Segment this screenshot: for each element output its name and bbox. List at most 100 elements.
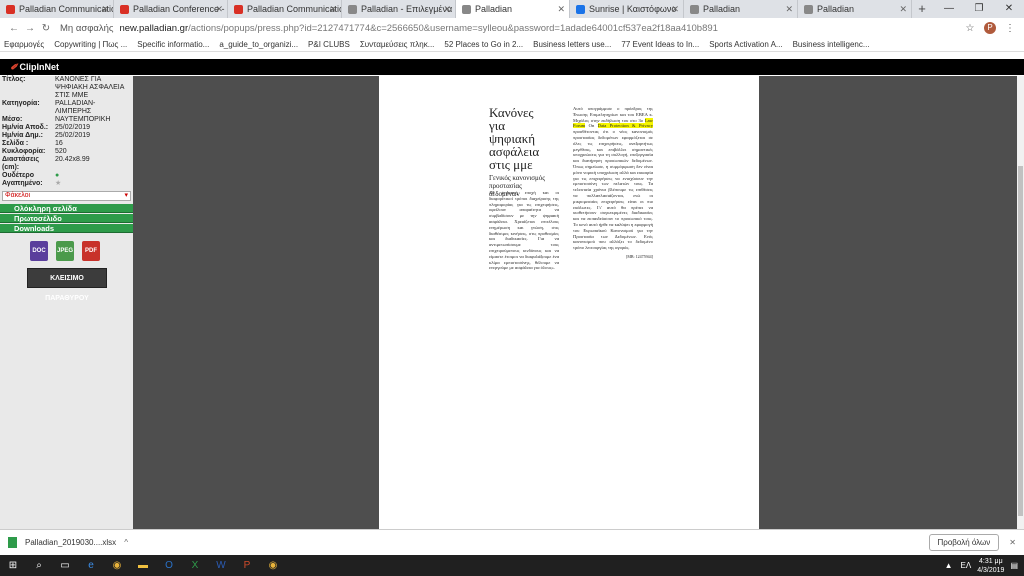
chrome-icon[interactable]: ◉ xyxy=(260,555,286,576)
scrollbar-thumb[interactable] xyxy=(1018,166,1023,516)
tab-title: Palladian - Επιλεγμένα xyxy=(361,4,453,14)
full-page-button[interactable]: Ολόκληρη σελίδα xyxy=(0,204,133,213)
meta-value: 25/02/2019 xyxy=(55,124,91,131)
meta-row: Ημ/νία Αποδ.: 25/02/2019 xyxy=(0,124,133,132)
neutral-dot-icon[interactable]: ● xyxy=(55,172,59,179)
bookmark-item[interactable]: Specific informatio... xyxy=(137,40,209,49)
close-icon[interactable]: ✕ xyxy=(101,4,109,15)
word-icon[interactable]: W xyxy=(208,555,234,576)
close-icon[interactable]: ✕ xyxy=(994,0,1024,18)
clock[interactable]: 4:31 μμ 4/3/2019 xyxy=(977,557,1004,575)
meta-row: Σελίδα : 16 xyxy=(0,140,133,148)
meta-value: ΚΑΝΟΝΕΣ ΓΙΑ ΨΗΦΙΑΚΗ ΑΣΦΑΛΕΙΑ ΣΤΙΣ ΜΜΕ xyxy=(55,76,125,99)
browser-tab[interactable]: Palladian Communications✕ xyxy=(228,0,342,18)
bookmarks-bar: Εφαρμογές Copywriting | Πως ... Specific i… xyxy=(0,38,1024,52)
close-icon[interactable]: ✕ xyxy=(443,4,451,15)
bookmark-star-icon[interactable]: ☆ xyxy=(962,23,978,34)
browser-tab[interactable]: Palladian Communications✕ xyxy=(0,0,114,18)
close-icon[interactable]: ✕ xyxy=(215,4,223,15)
close-icon[interactable]: ✕ xyxy=(785,4,793,15)
browser-tab[interactable]: Sunrise | Καιστόφωνο ✕ xyxy=(570,0,684,18)
window-controls: — ❐ ✕ xyxy=(934,0,1024,18)
browser-tab[interactable]: Palladian ✕ xyxy=(684,0,798,18)
download-jpeg-icon[interactable]: JPEG xyxy=(56,241,74,261)
highlight-data-protection: Data Protection & Privacy xyxy=(597,123,653,129)
new-tab-button[interactable]: + xyxy=(912,0,932,18)
url-domain: new.palladian.gr xyxy=(119,22,189,34)
close-icon[interactable]: ✕ xyxy=(557,4,565,15)
browser-tab[interactable]: Palladian ✕ xyxy=(456,0,570,18)
profile-avatar[interactable]: Ρ xyxy=(984,22,996,34)
download-pdf-icon[interactable]: PDF xyxy=(82,241,100,261)
task-view-icon[interactable]: ▭ xyxy=(52,555,78,576)
meta-row: Ουδέτερο ● xyxy=(0,172,133,180)
favorite-star-icon[interactable]: ★ xyxy=(55,180,61,187)
address-bar: ← → ↻ Μη ασφαλής new.palladian.gr /actio… xyxy=(0,18,1024,38)
article: Κανόνες για ψηφιακή ασφάλεια στις μμε Γε… xyxy=(489,106,654,486)
bookmark-item[interactable]: a_guide_to_organizi... xyxy=(219,40,298,49)
tab-favicon-icon xyxy=(348,4,357,14)
minimize-icon[interactable]: — xyxy=(934,0,964,18)
forward-icon[interactable]: → xyxy=(22,23,38,34)
security-indicator[interactable]: Μη ασφαλής xyxy=(60,23,113,34)
search-icon[interactable]: ⌕ xyxy=(26,555,52,576)
tab-title: Sunrise | Καιστόφωνο xyxy=(589,4,677,14)
outlook-icon[interactable]: O xyxy=(156,555,182,576)
download-item[interactable]: Palladian_2019030....xlsx xyxy=(25,538,116,547)
bookmark-item[interactable]: Εφαρμογές xyxy=(4,40,44,49)
article-text: On xyxy=(588,123,595,129)
excel-icon[interactable]: X xyxy=(182,555,208,576)
meta-key: Κατηγορία: xyxy=(2,100,40,107)
close-window-button[interactable]: ΚΛΕΙΣΙΜΟ ΠΑΡΑΘΥΡΟΥ xyxy=(27,268,107,302)
url-field[interactable]: Μη ασφαλής new.palladian.gr /actions/pop… xyxy=(60,20,956,36)
tab-favicon-icon xyxy=(690,4,699,14)
download-icons: DOC JPEG PDF xyxy=(30,241,133,261)
bookmark-item[interactable]: Sports Activation A... xyxy=(709,40,782,49)
download-doc-icon[interactable]: DOC xyxy=(30,241,48,261)
network-icon[interactable]: ▲ xyxy=(945,561,953,570)
bookmark-item[interactable]: Συνταμεύσεις πληκ... xyxy=(360,40,435,49)
close-icon[interactable]: ✕ xyxy=(671,4,679,15)
tab-title: Palladian xyxy=(703,4,741,14)
menu-icon[interactable]: ⋮ xyxy=(1002,23,1018,34)
close-icon[interactable]: ✕ xyxy=(329,4,337,15)
scrollbar[interactable] xyxy=(1017,76,1024,529)
browser-tab[interactable]: Palladian ✕ xyxy=(798,0,912,18)
front-page-button[interactable]: Πρωτοσέλιδο xyxy=(0,214,133,223)
downloads-button[interactable]: Downloads xyxy=(0,224,133,233)
folder-select[interactable]: Φάκελοι ▾ xyxy=(2,191,131,201)
clip-metadata: Τίτλος: ΚΑΝΟΝΕΣ ΓΙΑ ΨΗΦΙΑΚΗ ΑΣΦΑΛΕΙΑ ΣΤΙΣ… xyxy=(0,76,133,188)
edge-icon[interactable]: e xyxy=(78,555,104,576)
bookmark-item[interactable]: Business intelligenc... xyxy=(793,40,870,49)
file-explorer-icon[interactable]: ▬ xyxy=(130,555,156,576)
notifications-icon[interactable]: ▤ xyxy=(1010,561,1018,570)
reload-icon[interactable]: ↻ xyxy=(38,23,54,34)
bookmark-item[interactable]: P&I CLUBS xyxy=(308,40,350,49)
meta-key: Κυκλοφορία: xyxy=(2,148,46,155)
download-bar: Palladian_2019030....xlsx ^ Προβολή όλων… xyxy=(0,529,1024,555)
tab-favicon-icon xyxy=(234,4,243,14)
maximize-icon[interactable]: ❐ xyxy=(964,0,994,18)
meta-key: Μέσο: xyxy=(2,116,23,123)
bookmark-item[interactable]: Copywriting | Πως ... xyxy=(54,40,127,49)
bookmark-item[interactable]: 77 Event Ideas to In... xyxy=(621,40,699,49)
close-icon[interactable]: ✕ xyxy=(899,4,907,15)
close-icon[interactable]: ✕ xyxy=(1009,538,1016,547)
chrome-icon[interactable]: ◉ xyxy=(104,555,130,576)
language-indicator[interactable]: ΕΛ xyxy=(961,561,972,570)
article-column-right: Αυτό υπογράμμισε ο πρόεδρος της Ένωσης Ε… xyxy=(573,106,653,260)
browser-tab[interactable]: Palladian - Επιλεγμένα ✕ xyxy=(342,0,456,18)
windows-start-icon[interactable]: ⊞ xyxy=(0,555,26,576)
show-all-button[interactable]: Προβολή όλων xyxy=(928,534,1000,551)
bookmark-item[interactable]: Business letters use... xyxy=(533,40,611,49)
chevron-up-icon[interactable]: ^ xyxy=(124,538,128,547)
url-path: /actions/popups/press.php?id=2127471774&… xyxy=(188,22,718,34)
bookmark-item[interactable]: 52 Places to Go in 2... xyxy=(444,40,523,49)
powerpoint-icon[interactable]: P xyxy=(234,555,260,576)
browser-tab[interactable]: Palladian Conference - INV✕ xyxy=(114,0,228,18)
taskbar: ⊞ ⌕ ▭ e ◉ ▬ O X W P ◉ ▲ ΕΛ 4:31 μμ 4/3/20… xyxy=(0,555,1024,576)
back-icon[interactable]: ← xyxy=(6,23,22,34)
tab-title: Palladian Communications xyxy=(247,4,341,14)
meta-key: Τίτλος: xyxy=(2,76,26,83)
tab-favicon-icon xyxy=(462,4,471,14)
